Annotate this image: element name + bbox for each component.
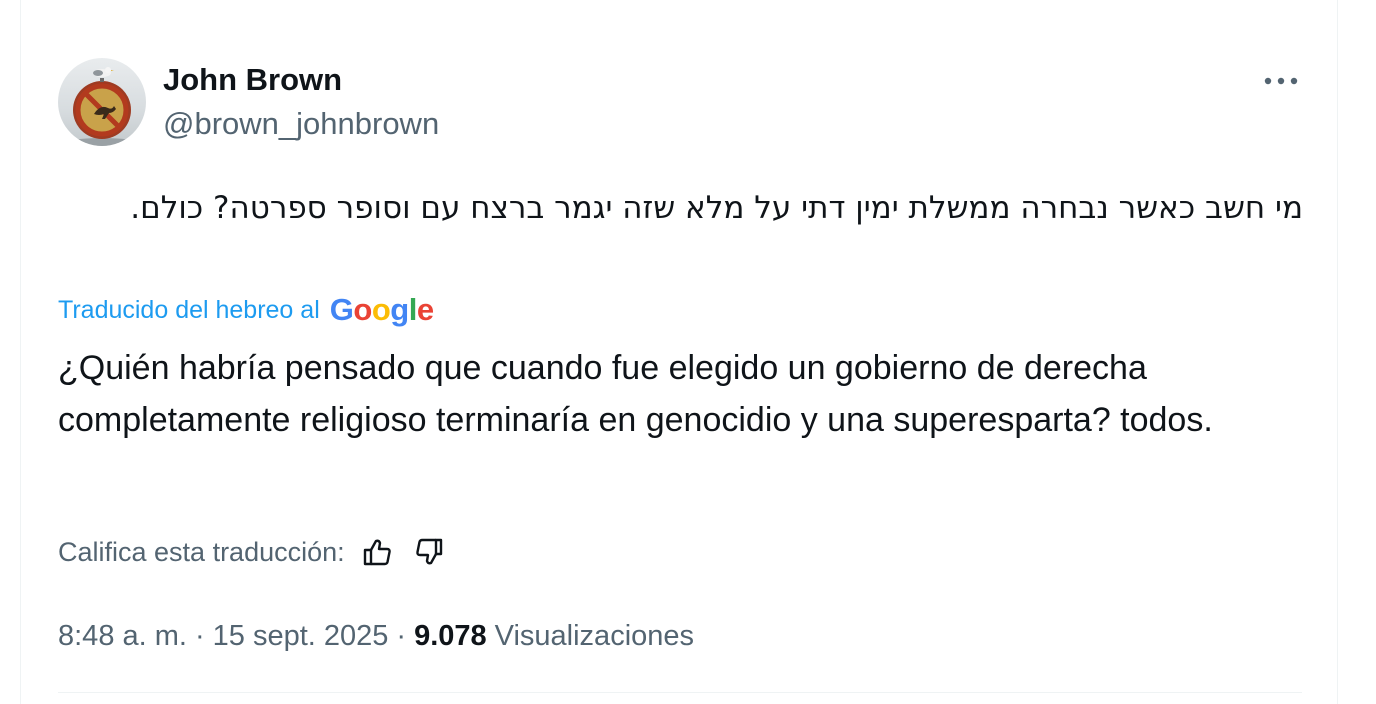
google-logo: Google (330, 290, 434, 330)
more-options-button[interactable] (1261, 64, 1301, 98)
google-logo-letter: o (371, 292, 391, 327)
more-horizontal-icon (1264, 77, 1298, 85)
divider (58, 692, 1302, 693)
rate-translation-label: Califica esta traducción: (58, 536, 345, 567)
translated-from-link[interactable]: Traducido del hebreo al (58, 296, 320, 325)
thumbs-up-icon (363, 539, 391, 566)
translation-attribution: Traducido del hebreo al Google (58, 290, 434, 330)
avatar[interactable] (58, 58, 146, 146)
views-label: Visualizaciones (494, 619, 695, 652)
separator: · (194, 619, 205, 652)
author-handle[interactable]: @brown_johnbrown (163, 106, 439, 142)
google-logo-letter: G (329, 292, 354, 327)
post-metadata: 8:48 a. m. · 15 sept. 2025 · 9.078 Visua… (58, 614, 694, 658)
views-count: 9.078 (414, 619, 487, 652)
thumbs-down-button[interactable] (409, 532, 449, 572)
google-logo-letter: g (390, 292, 409, 327)
rate-translation-row: Califica esta traducción: (58, 530, 449, 574)
google-logo-letter: o (353, 292, 372, 327)
google-logo-letter: e (416, 292, 434, 327)
separator: · (396, 619, 407, 652)
post-time[interactable]: 8:48 a. m. (58, 620, 187, 653)
thumbs-up-button[interactable] (357, 532, 397, 572)
post-translation-text: ¿Quién habría pensado que cuando fue ele… (58, 349, 1213, 439)
post-original-text: מי חשב כאשר נבחרה ממשלת ימין דתי על מלא … (130, 190, 1303, 226)
thumbs-down-icon (415, 538, 442, 565)
post-card: John Brown @brown_johnbrown מי חשב כאשר … (20, 0, 1338, 704)
avatar-image (58, 58, 146, 146)
post-date[interactable]: 15 sept. 2025 (213, 620, 389, 653)
google-logo-letter: l (408, 292, 418, 327)
author-display-name[interactable]: John Brown (163, 62, 342, 98)
